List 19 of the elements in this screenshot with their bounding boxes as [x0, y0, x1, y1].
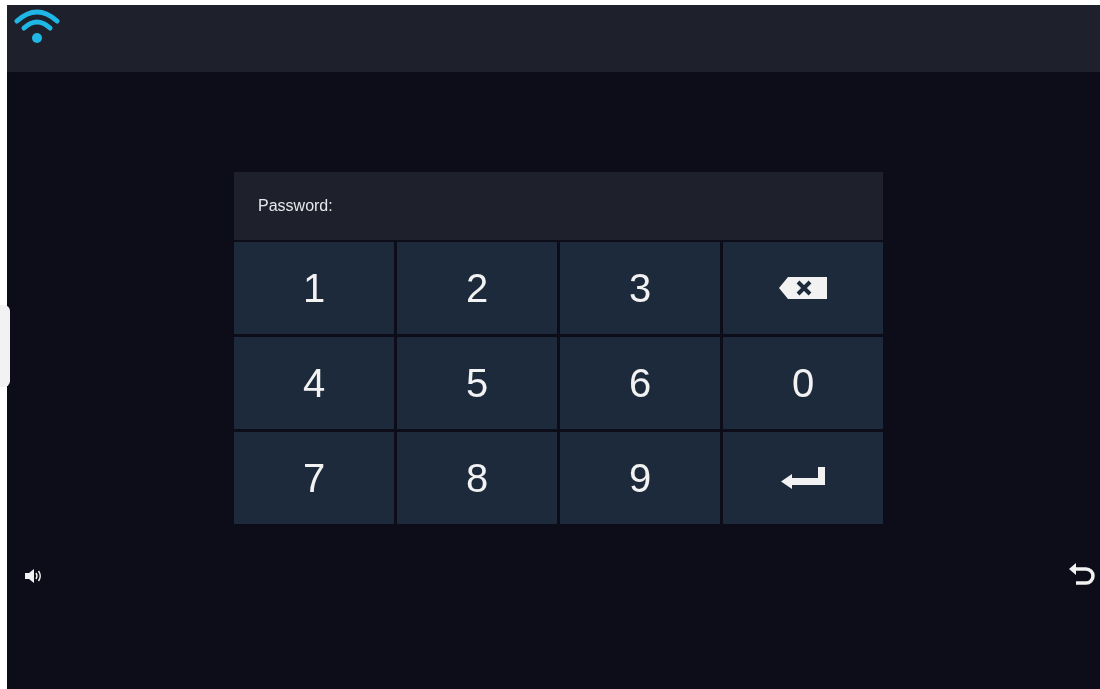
digit-key[interactable]: 8 — [397, 432, 557, 524]
backspace-icon — [778, 276, 828, 300]
digit-key[interactable]: 5 — [397, 337, 557, 429]
digit-key[interactable]: 7 — [234, 432, 394, 524]
wifi-icon[interactable] — [14, 7, 60, 45]
digit-key[interactable]: 0 — [723, 337, 883, 429]
enter-icon — [780, 466, 826, 490]
digit-key[interactable]: 4 — [234, 337, 394, 429]
digit-key[interactable]: 6 — [560, 337, 720, 429]
digit-key[interactable]: 2 — [397, 242, 557, 334]
password-field[interactable]: Password: — [234, 172, 883, 240]
enter-key[interactable] — [723, 432, 883, 524]
volume-icon[interactable] — [25, 568, 43, 584]
digit-key[interactable]: 1 — [234, 242, 394, 334]
side-handle[interactable] — [0, 305, 10, 387]
digit-key[interactable]: 3 — [560, 242, 720, 334]
backspace-key[interactable] — [723, 242, 883, 334]
password-label: Password: — [258, 197, 333, 215]
digit-key[interactable]: 9 — [560, 432, 720, 524]
